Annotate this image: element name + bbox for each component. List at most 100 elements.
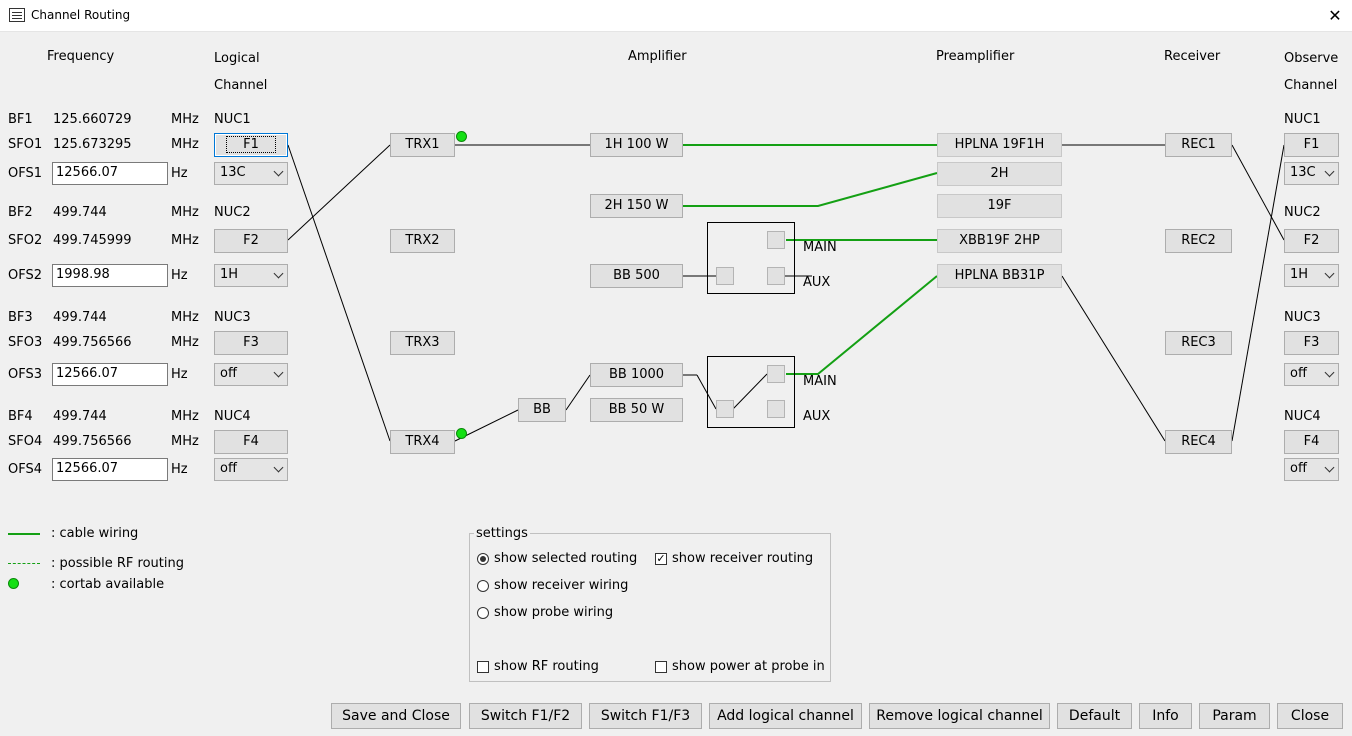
show-power-probe-label[interactable]: show power at probe in [672,659,825,674]
sfo2-label: SFO2 [8,233,43,248]
switch-lower-in[interactable] [716,400,734,418]
add-logical-channel-button[interactable]: Add logical channel [709,703,862,729]
sfo1-label: SFO1 [8,137,43,152]
logical-f3-button[interactable]: F3 [214,331,288,355]
nuc2-select[interactable]: 1H [214,264,288,287]
ofs3-unit: Hz [171,367,188,382]
obs-nuc3-select[interactable]: off [1284,363,1339,386]
chevron-down-icon [1324,268,1335,279]
legend-rf-text: : possible RF routing [51,556,184,571]
legend-cortab-dot [8,578,19,589]
switch-lower-aux[interactable] [767,400,785,418]
sfo3-label: SFO3 [8,335,43,350]
close-button[interactable]: Close [1277,703,1343,729]
show-power-probe-checkbox[interactable] [655,661,667,673]
chevron-down-icon [273,268,284,279]
ofs4-unit: Hz [171,462,188,477]
preamp-hplna-bb31p[interactable]: HPLNA BB31P [937,264,1062,288]
show-rf-routing-checkbox[interactable] [477,661,489,673]
amp-bb-1000[interactable]: BB 1000 [590,363,683,387]
header-frequency: Frequency [47,49,115,64]
cortab-dot-trx4 [456,428,467,439]
rec2-box[interactable]: REC2 [1165,229,1232,253]
show-selected-routing-label[interactable]: show selected routing [494,551,637,566]
save-and-close-button[interactable]: Save and Close [331,703,461,729]
ofs2-unit: Hz [171,268,188,283]
ofs2-label: OFS2 [8,268,43,283]
ofs1-input[interactable]: 12566.07 [52,162,168,185]
switch-upper-main[interactable] [767,231,785,249]
observe-f3-button[interactable]: F3 [1284,331,1339,355]
show-probe-wiring-radio[interactable] [477,607,489,619]
sfo1-value: 125.673295 [53,137,132,152]
observe-f1-button[interactable]: F1 [1284,133,1339,157]
show-rf-routing-label[interactable]: show RF routing [494,659,599,674]
legend-cable-line [8,533,40,535]
switch-f1-f3-button[interactable]: Switch F1/F3 [589,703,702,729]
obs-nuc4-select[interactable]: off [1284,458,1339,481]
info-button[interactable]: Info [1139,703,1192,729]
obs-nuc1-select[interactable]: 13C [1284,162,1339,185]
show-receiver-routing-checkbox[interactable]: ✓ [655,553,667,565]
rec1-box[interactable]: REC1 [1165,133,1232,157]
show-receiver-wiring-label[interactable]: show receiver wiring [494,578,628,593]
observe-f2-button[interactable]: F2 [1284,229,1339,253]
legend-rf-line [8,563,40,564]
rec4-box[interactable]: REC4 [1165,430,1232,454]
wire-prebb-rec4 [1061,275,1166,442]
header-receiver: Receiver [1164,49,1221,64]
logical-f4-button[interactable]: F4 [214,430,288,454]
amp-bb-500[interactable]: BB 500 [590,264,683,288]
logical-f2-button[interactable]: F2 [214,229,288,253]
preamp-xbb19f-2hp[interactable]: XBB19F 2HP [937,229,1062,253]
param-button[interactable]: Param [1199,703,1270,729]
switch-upper-main-label: MAIN [803,240,837,255]
trx3-box[interactable]: TRX3 [390,331,455,355]
preamp-2h[interactable]: 2H [937,162,1062,186]
amp-2h-150w[interactable]: 2H 150 W [590,194,683,218]
remove-logical-channel-button[interactable]: Remove logical channel [869,703,1050,729]
sfo2-value: 499.745999 [53,233,132,248]
show-selected-routing-radio[interactable] [477,553,489,565]
bf2-unit: MHz [171,205,199,220]
nuc1-select[interactable]: 13C [214,162,288,185]
amp-bb-50w[interactable]: BB 50 W [590,398,683,422]
nuc1-select-value: 13C [220,165,246,180]
nuc3-select[interactable]: off [214,363,288,386]
sfo4-unit: MHz [171,434,199,449]
trx1-box[interactable]: TRX1 [390,133,455,157]
ofs2-input[interactable]: 1998.98 [52,264,168,287]
nuc4-select[interactable]: off [214,458,288,481]
rec3-box[interactable]: REC3 [1165,331,1232,355]
logical-f1-label: F1 [226,136,276,153]
show-receiver-wiring-radio[interactable] [477,580,489,592]
amp-1h-100w[interactable]: 1H 100 W [590,133,683,157]
switch-lower-main[interactable] [767,365,785,383]
header-logical-channel: Channel [214,78,268,93]
switch-f1-f2-button[interactable]: Switch F1/F2 [469,703,582,729]
bb-router-box[interactable]: BB [518,398,566,422]
wire-f1-trx4 [287,144,391,442]
preamp-hplna-19f1h[interactable]: HPLNA 19F1H [937,133,1062,157]
show-receiver-routing-label[interactable]: show receiver routing [672,551,813,566]
header-observe-channel: Channel [1284,78,1338,93]
obs-nuc2-select[interactable]: 1H [1284,264,1339,287]
chevron-down-icon [1324,462,1335,473]
trx2-box[interactable]: TRX2 [390,229,455,253]
logical-f1-button[interactable]: F1 [214,133,288,157]
preamp-19f[interactable]: 19F [937,194,1062,218]
show-probe-wiring-label[interactable]: show probe wiring [494,605,613,620]
default-button[interactable]: Default [1057,703,1132,729]
obs-nuc4-label: NUC4 [1284,409,1321,424]
switch-upper-aux[interactable] [767,267,785,285]
header-amplifier: Amplifier [628,49,687,64]
trx4-box[interactable]: TRX4 [390,430,455,454]
observe-f4-button[interactable]: F4 [1284,430,1339,454]
header-preamplifier: Preamplifier [936,49,1015,64]
ofs4-input[interactable]: 12566.07 [52,458,168,481]
sfo2-unit: MHz [171,233,199,248]
ofs4-label: OFS4 [8,462,43,477]
settings-title: settings [474,526,530,541]
ofs3-input[interactable]: 12566.07 [52,363,168,386]
switch-upper-in[interactable] [716,267,734,285]
